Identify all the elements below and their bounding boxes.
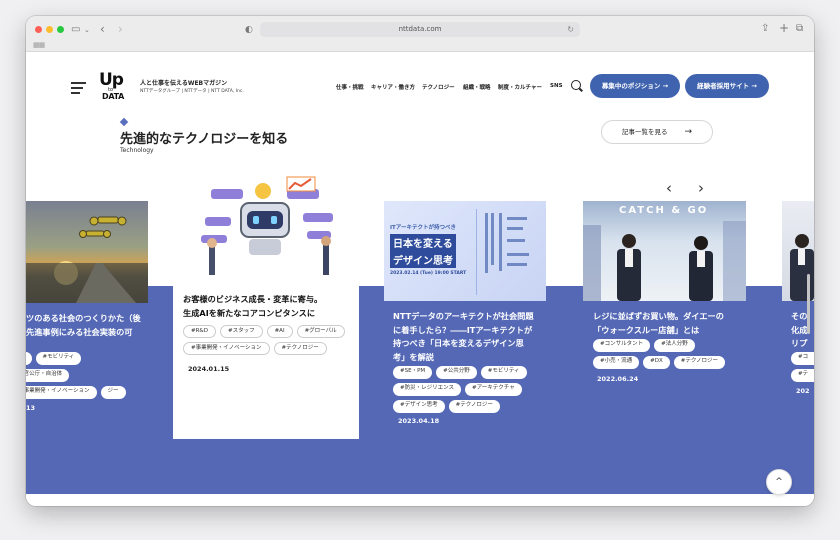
search-icon[interactable]	[571, 80, 581, 90]
chevron-up-icon: ^	[775, 477, 783, 487]
image-line3: デザイン思考	[390, 251, 456, 268]
browser-toolbar: ▭ ⌄ ‹ › ◐ nttdata.com ↻ ⇪ + ⧉ ▦▦	[26, 16, 814, 52]
chevron-down-icon[interactable]: ⌄	[84, 24, 90, 36]
shield-icon[interactable]: ◐	[245, 24, 253, 36]
nav-organization[interactable]: 組織・戦略	[463, 83, 491, 91]
tag[interactable]: #AI	[266, 325, 293, 338]
menu-hamburger-icon[interactable]	[71, 82, 86, 94]
tag[interactable]: #公共分野	[436, 366, 477, 379]
share-icon[interactable]: ⇪	[761, 23, 769, 35]
logo-data: DATA	[102, 92, 125, 101]
back-to-top-button[interactable]: ^	[766, 469, 792, 495]
image-line1: ITアーキテクトが持つべき	[390, 225, 456, 231]
career-site-button[interactable]: 経験者採用サイト →	[685, 74, 769, 98]
article-date: 2023.04.18	[398, 417, 440, 425]
article-date: 2024.01.15	[188, 365, 230, 373]
tag-list: #SE・PM #公共分野 #モビリティ #防災・レジリエンス #アーキテクチャ …	[393, 366, 543, 413]
nav-work[interactable]: 仕事・挑戦	[336, 83, 364, 91]
view-all-articles-button[interactable]: 記事一覧を見る →	[601, 120, 713, 144]
tag[interactable]: #テクノロジー	[673, 356, 726, 369]
site-header: Up to DATA 人と仕事を伝えるWEBマガジン NTTデータグループ | …	[26, 53, 814, 103]
site-logo[interactable]: Up to DATA	[99, 71, 131, 103]
back-chevron-left-icon[interactable]: ‹	[100, 23, 105, 35]
url-text: nttdata.com	[398, 25, 442, 33]
tag[interactable]: #官公庁・自治体	[26, 369, 70, 382]
tag[interactable]: #防災・レジリエンス	[393, 383, 461, 396]
article-thumbnail[interactable]: ITアーキテクトが持つべき 日本を変える デザイン思考 2023.02.14 (…	[384, 201, 546, 301]
article-title[interactable]: NTTデータのアーキテクトが社会問題 に着手したら？――ITアーキテクトが 持つ…	[393, 310, 553, 364]
nav-sns[interactable]: SNS	[550, 83, 563, 89]
tag-list: #コ #テ	[791, 352, 814, 382]
tag[interactable]: #テクノロジー	[273, 342, 327, 355]
tag[interactable]: ビ	[26, 352, 32, 365]
tag[interactable]: #小売・流通	[593, 356, 640, 369]
tag[interactable]: #法人分野	[654, 339, 695, 352]
tag[interactable]: #テクノロジー	[448, 400, 500, 413]
image-date: 2023.02.14 (Tue) 19:00 START	[390, 271, 467, 276]
tag[interactable]: #テ	[791, 369, 814, 382]
article-title[interactable]: ツのある社会のつくりかた（後 先進事例にみる社会実装の可	[26, 312, 148, 339]
nav-technology[interactable]: テクノロジー	[422, 83, 455, 91]
address-bar[interactable]: nttdata.com ↻	[260, 22, 580, 37]
tag[interactable]: #事業開発・イノベーション	[26, 386, 97, 399]
company-line: NTTデータグループ | NTTデータ | NTT DATA, Inc.	[140, 89, 244, 94]
article-thumbnail[interactable]	[26, 201, 148, 303]
tag[interactable]: #グローバル	[296, 325, 345, 338]
tag[interactable]: #コ	[791, 352, 814, 365]
article-title[interactable]: お客様のビジネス成長・変革に寄与。 生成AIを新たなコアコンピタンスに	[183, 293, 357, 320]
minimize-window-icon[interactable]	[46, 26, 53, 33]
nav-culture[interactable]: 制度・カルチャー	[498, 83, 542, 91]
tag[interactable]: #スタッフ	[219, 325, 263, 338]
article-thumbnail[interactable]: CATCH & GO	[583, 201, 746, 301]
tab-grid-icon[interactable]: ▦▦	[33, 41, 45, 49]
article-date: 202	[796, 387, 810, 395]
site-tagline: 人と仕事を伝えるWEBマガジン	[140, 80, 228, 87]
tag[interactable]: #モビリティ	[35, 352, 82, 365]
carousel-next-icon[interactable]: ›	[698, 179, 704, 197]
tag[interactable]: #デザイン思考	[393, 400, 445, 413]
section-subtitle: Technology	[120, 147, 154, 154]
tag[interactable]: ジー	[100, 386, 126, 399]
browser-window: ▭ ⌄ ‹ › ◐ nttdata.com ↻ ⇪ + ⧉ ▦▦ Up to D…	[26, 16, 814, 506]
carousel-prev-icon[interactable]: ‹	[666, 179, 672, 197]
tag[interactable]: #DX	[643, 356, 670, 369]
close-window-icon[interactable]	[35, 26, 42, 33]
article-card[interactable]: お客様のビジネス成長・変革に寄与。 生成AIを新たなコアコンピタンスに #R&D…	[173, 165, 359, 439]
reload-icon[interactable]: ↻	[567, 22, 574, 37]
nav-career[interactable]: キャリア・働き方	[371, 83, 415, 91]
article-title[interactable]: レジに並ばずお買い物。ダイエーの 「ウォークスルー店舗」とは	[593, 310, 753, 337]
article-thumbnail[interactable]	[183, 175, 349, 285]
view-all-label: 記事一覧を見る	[622, 128, 668, 136]
arrow-right-icon: →	[684, 127, 692, 137]
tag-list: ビ #モビリティ #官公庁・自治体 #事業開発・イノベーション ジー	[26, 352, 142, 399]
image-line2: 日本を変える	[390, 234, 456, 251]
tag[interactable]: #事業開発・イノベーション	[183, 342, 270, 355]
tag[interactable]: #モビリティ	[480, 366, 527, 379]
tag[interactable]: #SE・PM	[393, 366, 433, 379]
zoom-window-icon[interactable]	[57, 26, 64, 33]
article-date: 2022.06.24	[597, 375, 639, 383]
page-scrollbar[interactable]	[807, 274, 810, 334]
tag-list: #R&D #スタッフ #AI #グローバル #事業開発・イノベーション #テクノ…	[183, 325, 353, 355]
tag[interactable]: #R&D	[183, 325, 216, 338]
article-title[interactable]: その 化成 リプ	[791, 310, 814, 351]
sidebar-icon[interactable]: ▭	[71, 24, 80, 36]
open-positions-button[interactable]: 募集中のポジション →	[590, 74, 680, 98]
tag-list: #コンサルタント #法人分野 #小売・流通 #DX #テクノロジー	[593, 339, 733, 369]
article-date: 13	[26, 404, 36, 412]
page-footer-gap	[26, 494, 814, 506]
section-title: 先進的なテクノロジーを知る	[120, 132, 289, 147]
new-tab-plus-icon[interactable]: +	[779, 22, 789, 34]
tag[interactable]: #アーキテクチャ	[465, 383, 522, 396]
tag[interactable]: #コンサルタント	[593, 339, 651, 352]
forward-chevron-right-icon[interactable]: ›	[118, 23, 123, 35]
section-diamond-icon	[119, 117, 129, 127]
tabs-overview-icon[interactable]: ⧉	[796, 23, 803, 35]
image-vertical-text-area	[476, 209, 540, 295]
